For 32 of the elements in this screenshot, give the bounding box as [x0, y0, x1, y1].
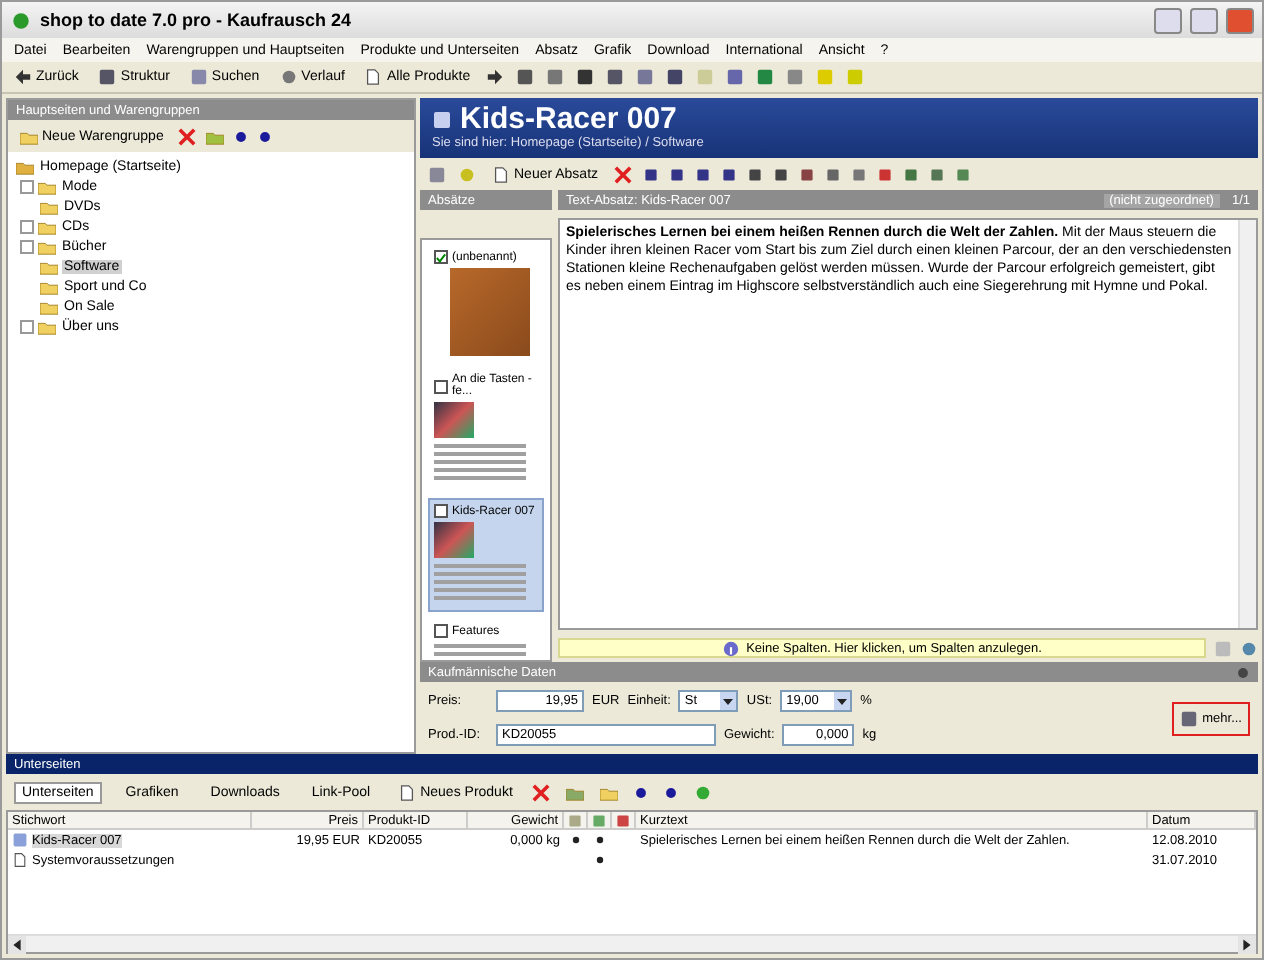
scroll-left-icon[interactable]	[8, 936, 26, 954]
delete-icon	[614, 165, 633, 183]
minimize-button[interactable]	[1154, 7, 1182, 33]
back-arrow-icon	[14, 68, 32, 86]
folder-icon	[205, 127, 224, 145]
logo-placeholder	[450, 268, 530, 356]
scrollbar[interactable]	[1238, 220, 1256, 628]
page-title: Kids-Racer 007	[460, 102, 677, 136]
checkbox[interactable]	[434, 624, 448, 638]
expand-toggle[interactable]	[20, 319, 34, 333]
info-icon	[722, 639, 741, 657]
scroll-right-icon[interactable]	[1238, 936, 1256, 954]
text-editor[interactable]	[558, 218, 1258, 630]
close-button[interactable]	[1226, 7, 1254, 33]
expand-toggle[interactable]	[20, 239, 34, 253]
delete-icon	[532, 783, 551, 801]
forward-arrow-icon	[486, 68, 505, 86]
checkbox[interactable]	[434, 504, 448, 518]
window-title: shop to date 7.0 pro - Kaufrausch 24	[40, 10, 354, 30]
photo-placeholder	[434, 522, 474, 558]
folder-icon	[20, 127, 38, 145]
app-icon	[10, 9, 32, 31]
checkbox[interactable]	[434, 250, 448, 264]
delete-icon	[177, 127, 196, 145]
text-lines-drawing	[434, 562, 526, 606]
text-lines-drawing	[434, 442, 526, 486]
expand-toggle[interactable]	[20, 219, 34, 233]
expand-toggle[interactable]	[20, 179, 34, 193]
horizontal-scrollbar[interactable]	[8, 934, 1256, 952]
maximize-button[interactable]	[1190, 7, 1218, 33]
checkbox[interactable]	[434, 379, 448, 393]
photo-placeholder	[434, 402, 474, 438]
